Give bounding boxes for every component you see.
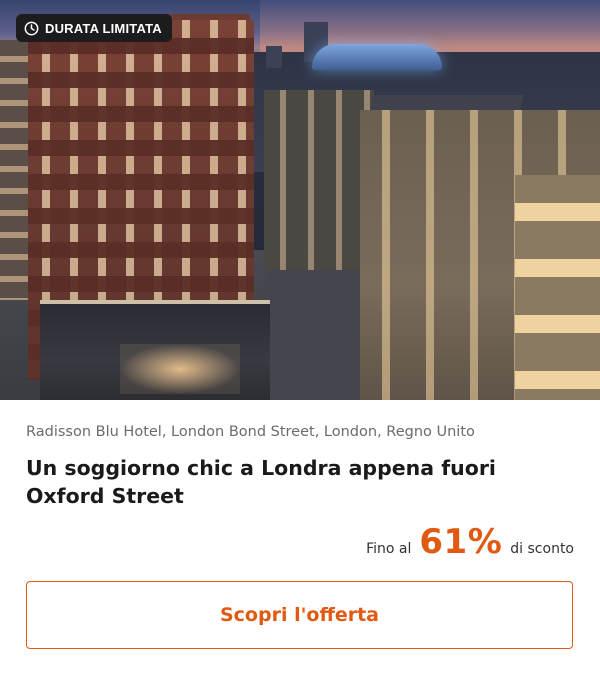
limited-time-badge: DURATA LIMITATA <box>16 14 172 42</box>
skyline-tower <box>266 46 282 68</box>
discount-prefix: Fino al <box>366 541 412 557</box>
badge-label: DURATA LIMITATA <box>45 20 162 36</box>
illuminated-dome <box>312 44 442 70</box>
building-middle <box>264 90 374 270</box>
discount-value: 61% <box>419 522 503 562</box>
deal-card[interactable]: DURATA LIMITATA Radisson Blu Hotel, Lond… <box>0 0 600 676</box>
discount-info: Fino al 61% di sconto <box>366 522 574 562</box>
clock-icon <box>24 21 39 36</box>
deal-title[interactable]: Un soggiorno chic a Londra appena fuori … <box>26 454 566 510</box>
hotel-entrance <box>40 300 270 400</box>
discover-offer-button[interactable]: Scopri l'offerta <box>26 581 573 649</box>
hotel-photo[interactable]: DURATA LIMITATA <box>0 0 600 400</box>
building-corner <box>515 175 600 400</box>
hotel-location: Radisson Blu Hotel, London Bond Street, … <box>26 424 475 440</box>
discount-suffix: di sconto <box>510 541 574 557</box>
